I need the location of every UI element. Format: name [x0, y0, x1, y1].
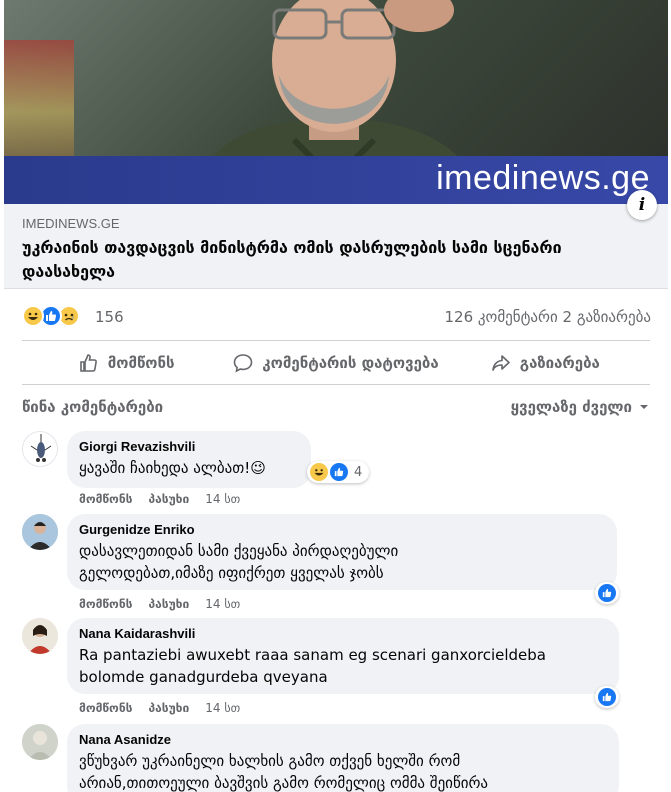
comment-text: ვწუხვარ უკრაინელი ხალხის გამო თქვენ ხელშ…	[79, 752, 489, 792]
link-preview-image[interactable]: imedinews.ge	[4, 0, 668, 204]
like-icon	[598, 688, 616, 706]
comment-reactions[interactable]	[595, 582, 619, 604]
avatar[interactable]	[22, 514, 58, 550]
comment-reply-button[interactable]: პასუხი	[148, 492, 189, 506]
comment: Nana Kaidarashvili Ra pantaziebi awuxebt…	[22, 618, 662, 718]
comment-text: დასავლეთიდან სამი ქვეყანა პირდაღებული გე…	[79, 542, 399, 582]
comment-reaction-count: 4	[354, 464, 363, 480]
avatar[interactable]	[22, 724, 58, 760]
comment: Giorgi Revazishvili ყავაში ჩაიხედა ალბათ…	[22, 431, 662, 511]
comment-label: კომენტარის დატოვება	[262, 353, 439, 372]
comment-reactions[interactable]	[595, 686, 619, 708]
reaction-count[interactable]: 156	[95, 308, 124, 326]
comment-bubble: Gurgenidze Enriko დასავლეთიდან სამი ქვეყ…	[67, 514, 617, 590]
comment: Nana Asanidze ვწუხვარ უკრაინელი ხალხის გ…	[22, 724, 662, 792]
avatar[interactable]	[22, 618, 58, 654]
comment: Gurgenidze Enriko დასავლეთიდან სამი ქვეყ…	[22, 514, 662, 614]
comments-shares-count[interactable]: 126 კომენტარი 2 გაზიარება	[444, 308, 651, 326]
comment-text: ყავაში ჩაიხედა ალბათ!😉	[79, 459, 266, 477]
share-label: გაზიარება	[519, 353, 600, 372]
comment-button[interactable]: კომენტარის დატოვება	[231, 341, 440, 384]
comment-like-button[interactable]: მომწონს	[79, 597, 132, 611]
share-button[interactable]: გაზიარება	[441, 341, 650, 384]
comment-author[interactable]: Nana Asanidze	[79, 732, 607, 747]
comments-header: წინა კომენტარები ყველაზე ძველი	[22, 398, 650, 420]
previous-comments-link[interactable]: წინა კომენტარები	[22, 398, 163, 416]
info-icon[interactable]: i	[627, 190, 657, 220]
comment-timestamp[interactable]: 14 სთ	[205, 701, 240, 715]
comment-bubble: Nana Asanidze ვწუხვარ უკრაინელი ხალხის გ…	[67, 724, 619, 792]
like-icon	[330, 463, 348, 481]
comment-meta: მომწონს პასუხი 14 სთ	[79, 701, 240, 715]
like-button[interactable]: მომწონს	[22, 341, 231, 384]
like-icon	[598, 584, 616, 602]
share-icon	[491, 354, 510, 371]
comment-author[interactable]: Gurgenidze Enriko	[79, 522, 605, 537]
comment-reactions[interactable]: 4	[307, 461, 370, 483]
comment-timestamp[interactable]: 14 სთ	[205, 597, 240, 611]
thumbs-up-icon	[79, 353, 97, 372]
chevron-down-icon	[640, 405, 648, 409]
like-label: მომწონს	[107, 353, 175, 372]
comment-meta: მომწონს პასუხი 14 სთ	[79, 597, 240, 611]
comment-meta: მომწონს პასუხი 14 სთ	[79, 492, 240, 506]
avatar[interactable]	[22, 431, 58, 467]
comment-icon	[233, 353, 253, 372]
comment-timestamp[interactable]: 14 სთ	[205, 492, 240, 506]
link-preview-info[interactable]: IMEDINEWS.GE უკრაინის თავდაცვის მინისტრმ…	[4, 204, 668, 289]
link-title[interactable]: უკრაინის თავდაცვის მინისტრმა ომის დასრულ…	[22, 236, 622, 284]
comment-like-button[interactable]: მომწონს	[79, 492, 132, 506]
haha-icon	[310, 463, 328, 481]
comment-reply-button[interactable]: პასუხი	[148, 597, 189, 611]
comment-bubble: Giorgi Revazishvili ყავაში ჩაიხედა ალბათ…	[67, 431, 311, 488]
sort-label: ყველაზე ძველი	[510, 398, 632, 416]
comment-reply-button[interactable]: პასუხი	[148, 701, 189, 715]
background-flag	[4, 40, 74, 160]
haha-icon	[22, 305, 44, 327]
watermark-text: imedinews.ge	[436, 159, 650, 197]
comment-text: Ra pantaziebi awuxebt raaa sanam eg scen…	[79, 646, 546, 686]
reaction-stats-row: 156 126 კომენტარი 2 გაზიარება	[0, 300, 671, 334]
post-action-bar: მომწონს კომენტარის დატოვება გაზიარება	[22, 340, 650, 385]
comment-like-button[interactable]: მომწონს	[79, 701, 132, 715]
comment-author[interactable]: Giorgi Revazishvili	[79, 439, 299, 454]
comment-bubble: Nana Kaidarashvili Ra pantaziebi awuxebt…	[67, 618, 619, 694]
comment-sort-dropdown[interactable]: ყველაზე ძველი	[511, 398, 650, 416]
reaction-icons[interactable]	[22, 305, 80, 327]
comment-author[interactable]: Nana Kaidarashvili	[79, 626, 607, 641]
link-domain: IMEDINEWS.GE	[22, 216, 120, 231]
